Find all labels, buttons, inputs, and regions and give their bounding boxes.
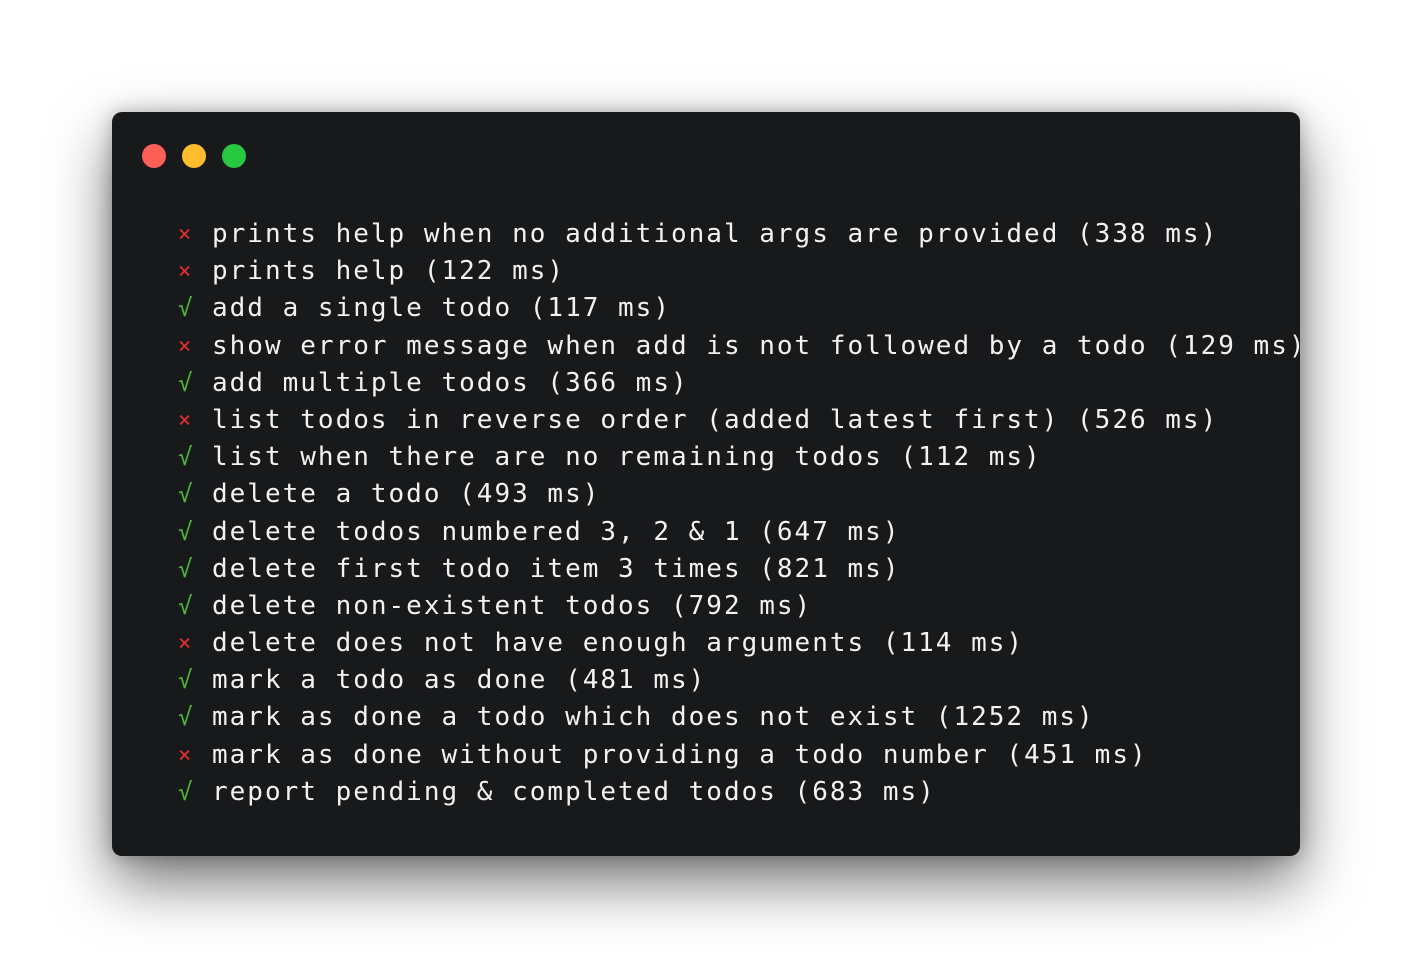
fail-icon: × xyxy=(178,742,192,768)
window-controls xyxy=(142,144,246,168)
test-result-text: list when there are no remaining todos (… xyxy=(212,442,1042,473)
check-icon: √ xyxy=(178,703,193,732)
test-result-text: prints help (122 ms) xyxy=(212,256,566,287)
test-result-line: √ mark a todo as done (481 ms) xyxy=(178,662,1307,699)
test-result-line: √ delete non-existent todos (792 ms) xyxy=(178,588,1307,625)
check-icon: √ xyxy=(178,777,193,806)
test-result-text: delete todos numbered 3, 2 & 1 (647 ms) xyxy=(212,516,901,547)
test-result-line: √ list when there are no remaining todos … xyxy=(178,439,1307,476)
fail-icon: × xyxy=(178,631,192,657)
fail-icon: × xyxy=(178,333,192,359)
test-result-line: √ add a single todo (117 ms) xyxy=(178,290,1307,327)
test-result-text: report pending & completed todos (683 ms… xyxy=(212,776,936,807)
check-icon: √ xyxy=(178,480,193,509)
test-result-text: add a single todo (117 ms) xyxy=(212,293,671,324)
test-result-text: delete first todo item 3 times (821 ms) xyxy=(212,553,901,584)
test-result-line: × delete does not have enough arguments (… xyxy=(178,625,1307,662)
test-result-text: delete does not have enough arguments (1… xyxy=(212,628,1025,659)
test-result-text: add multiple todos (366 ms) xyxy=(212,367,689,398)
test-result-line: √ add multiple todos (366 ms) xyxy=(178,365,1307,402)
test-result-line: √ delete todos numbered 3, 2 & 1 (647 ms) xyxy=(178,514,1307,551)
test-result-line: × show error message when add is not foll… xyxy=(178,328,1307,365)
test-result-line: √ mark as done a todo which does not exis… xyxy=(178,699,1307,736)
test-result-line: × prints help when no additional args are… xyxy=(178,216,1307,253)
check-icon: √ xyxy=(178,554,193,583)
fail-icon: × xyxy=(178,407,192,433)
test-result-line: × prints help (122 ms) xyxy=(178,253,1307,290)
test-result-text: mark a todo as done (481 ms) xyxy=(212,665,707,696)
test-result-text: show error message when add is not follo… xyxy=(212,330,1307,361)
check-icon: √ xyxy=(178,294,193,323)
test-result-line: × list todos in reverse order (added late… xyxy=(178,402,1307,439)
check-icon: √ xyxy=(178,368,193,397)
test-result-text: delete a todo (493 ms) xyxy=(212,479,601,510)
test-result-text: delete non-existent todos (792 ms) xyxy=(212,590,813,621)
test-result-text: mark as done without providing a todo nu… xyxy=(212,739,1148,770)
check-icon: √ xyxy=(178,443,193,472)
fail-icon: × xyxy=(178,222,192,247)
check-icon: √ xyxy=(178,666,193,695)
check-icon: √ xyxy=(178,517,193,546)
close-button[interactable] xyxy=(142,144,166,168)
test-result-text: mark as done a todo which does not exist… xyxy=(212,702,1095,733)
test-result-line: × mark as done without providing a todo n… xyxy=(178,737,1307,774)
test-result-text: prints help when no additional args are … xyxy=(212,219,1219,249)
minimize-button[interactable] xyxy=(182,144,206,168)
terminal-window: × prints help when no additional args are… xyxy=(112,112,1305,856)
maximize-button[interactable] xyxy=(222,144,246,168)
test-result-line: √ delete a todo (493 ms) xyxy=(178,476,1307,513)
check-icon: √ xyxy=(178,591,193,620)
fail-icon: × xyxy=(178,259,192,285)
test-result-text: list todos in reverse order (added lates… xyxy=(212,404,1219,435)
test-output: × prints help when no additional args are… xyxy=(178,216,1307,811)
test-result-line: √ delete first todo item 3 times (821 ms) xyxy=(178,551,1307,588)
test-result-line: √ report pending & completed todos (683 m… xyxy=(178,774,1307,811)
